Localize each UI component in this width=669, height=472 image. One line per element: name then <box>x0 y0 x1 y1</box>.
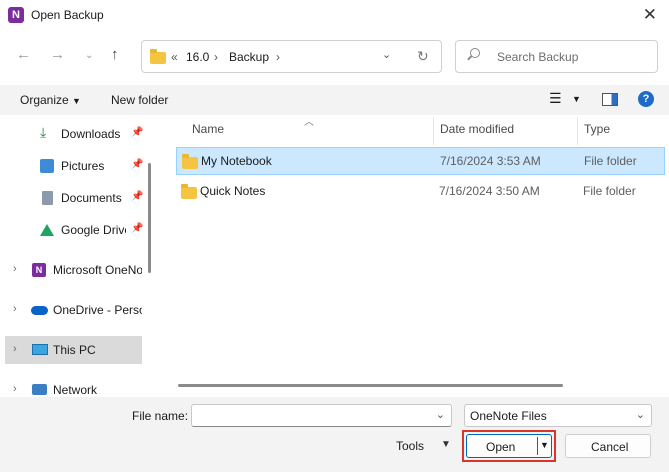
sidebar-item-documents[interactable]: Documents 📌 <box>5 184 144 212</box>
breadcrumb-16-0[interactable]: 16.0 <box>186 50 209 64</box>
file-name-input[interactable]: ⌄ <box>191 404 452 427</box>
title-bar: N Open Backup ✕ <box>0 0 669 30</box>
cancel-label: Cancel <box>591 440 629 454</box>
google-drive-icon <box>40 224 54 236</box>
sidebar-item-network[interactable]: › Network <box>5 376 142 397</box>
back-arrow-icon[interactable]: ← <box>16 46 31 63</box>
command-bar: Organize ▼ New folder ☰ ▼ ? <box>0 85 669 115</box>
tools-button[interactable]: Tools <box>396 439 424 453</box>
open-button[interactable]: Open ▼ <box>466 434 552 458</box>
file-list-scrollbar[interactable] <box>178 384 563 387</box>
sidebar-item-label: Documents <box>61 191 122 205</box>
folder-icon <box>181 184 197 199</box>
dialog-footer: File name: ⌄ OneNote Files ⌄ Tools ▼ Ope… <box>0 397 669 472</box>
column-header-type[interactable]: Type <box>584 122 610 136</box>
close-icon[interactable]: ✕ <box>643 5 657 25</box>
pin-icon: 📌 <box>131 223 144 234</box>
breadcrumb-backup[interactable]: Backup <box>229 50 269 64</box>
sidebar-item-pictures[interactable]: Pictures 📌 <box>5 152 144 180</box>
refresh-icon[interactable]: ↻ <box>417 48 429 65</box>
chevron-down-icon[interactable]: ⌄ <box>85 50 93 61</box>
forward-arrow-icon[interactable]: → <box>50 46 65 63</box>
file-name-label: File name: <box>132 409 189 423</box>
sidebar-scrollbar[interactable] <box>148 163 151 273</box>
file-type-select[interactable]: OneNote Files ⌄ <box>464 404 652 427</box>
sidebar-item-label: Microsoft OneNote <box>53 263 142 277</box>
onenote-icon: N <box>8 7 24 23</box>
onenote-icon: N <box>32 263 46 277</box>
file-type-value: OneNote Files <box>470 409 547 423</box>
search-placeholder: Search Backup <box>497 50 579 64</box>
pin-icon: 📌 <box>131 159 144 170</box>
sidebar-item-onedrive[interactable]: › OneDrive - Personal <box>5 296 142 324</box>
chevron-down-icon[interactable]: ▼ <box>540 440 549 450</box>
chevron-down-icon: ⌄ <box>635 409 645 421</box>
pin-icon: 📌 <box>131 191 144 202</box>
chevron-right-icon[interactable]: › <box>13 343 17 355</box>
file-type: File folder <box>583 184 636 198</box>
search-box[interactable]: Search Backup <box>455 40 658 73</box>
network-icon <box>32 384 47 395</box>
sidebar-item-label: OneDrive - Personal <box>53 303 142 317</box>
window-title: Open Backup <box>31 8 104 22</box>
chevron-down-icon[interactable]: ▼ <box>572 94 581 104</box>
address-dropdown-icon[interactable]: ⌄ <box>382 48 391 61</box>
chevron-down-icon: ▼ <box>72 96 81 106</box>
chevron-down-icon[interactable]: ▼ <box>441 439 451 450</box>
chevron-right-icon[interactable]: › <box>13 303 17 315</box>
new-folder-button[interactable]: New folder <box>111 93 168 107</box>
column-header-name[interactable]: Name <box>192 122 224 136</box>
open-label: Open <box>486 440 516 454</box>
address-bar[interactable]: « 16.0 › Backup › ⌄ ↻ <box>141 40 442 73</box>
file-row-my-notebook[interactable]: My Notebook 7/16/2024 3:53 AM File folde… <box>176 147 665 175</box>
sidebar-item-label: Network <box>53 383 98 397</box>
sidebar-item-this-pc[interactable]: › This PC <box>5 336 142 364</box>
breadcrumb-separator[interactable]: › <box>214 50 218 64</box>
pictures-icon <box>40 159 54 173</box>
column-divider[interactable] <box>433 117 434 145</box>
navigation-pane: ⤓ Downloads 📌 Pictures 📌 Documents 📌 Goo… <box>0 115 161 397</box>
file-type: File folder <box>584 154 637 168</box>
chevron-right-icon[interactable]: › <box>13 383 17 395</box>
column-divider[interactable] <box>577 117 578 145</box>
sort-ascending-icon: ︿ <box>304 117 314 128</box>
search-icon <box>470 48 480 58</box>
list-view-icon[interactable]: ☰ <box>549 90 562 107</box>
file-name: Quick Notes <box>200 184 266 198</box>
pin-icon: 📌 <box>131 127 144 138</box>
file-list: ︿ Name Date modified Type My Notebook 7/… <box>161 115 669 397</box>
sidebar-item-google-drive[interactable]: Google Drive 📌 <box>5 216 144 244</box>
folder-icon <box>150 49 166 64</box>
split-divider <box>537 437 538 455</box>
file-date: 7/16/2024 3:50 AM <box>439 184 540 198</box>
help-icon[interactable]: ? <box>638 91 654 107</box>
breadcrumb-separator[interactable]: › <box>276 50 280 64</box>
download-icon: ⤓ <box>40 124 47 140</box>
sidebar-item-label: Pictures <box>61 159 105 173</box>
sidebar-item-label: This PC <box>53 343 96 357</box>
this-pc-icon <box>32 344 48 355</box>
column-header-date[interactable]: Date modified <box>440 122 514 136</box>
chevron-right-icon[interactable]: › <box>13 263 17 275</box>
breadcrumb-overflow[interactable]: « <box>171 50 178 64</box>
sidebar-item-downloads[interactable]: ⤓ Downloads 📌 <box>5 120 144 148</box>
documents-icon <box>42 191 53 205</box>
file-date: 7/16/2024 3:53 AM <box>440 154 541 168</box>
sidebar-item-label: Downloads <box>61 127 121 141</box>
file-row-quick-notes[interactable]: Quick Notes 7/16/2024 3:50 AM File folde… <box>176 178 665 206</box>
folder-icon <box>182 154 198 169</box>
cancel-button[interactable]: Cancel <box>565 434 651 458</box>
organize-label: Organize <box>20 93 69 107</box>
sidebar-item-microsoft-onenote[interactable]: › N Microsoft OneNote <box>5 256 142 284</box>
organize-button[interactable]: Organize ▼ <box>20 93 81 107</box>
file-name: My Notebook <box>201 154 272 168</box>
onedrive-icon <box>31 306 48 315</box>
up-arrow-icon[interactable]: ↑ <box>111 46 119 63</box>
chevron-down-icon[interactable]: ⌄ <box>436 408 445 421</box>
sidebar-item-label: Google Drive <box>61 223 126 237</box>
preview-pane-icon[interactable] <box>602 93 618 106</box>
